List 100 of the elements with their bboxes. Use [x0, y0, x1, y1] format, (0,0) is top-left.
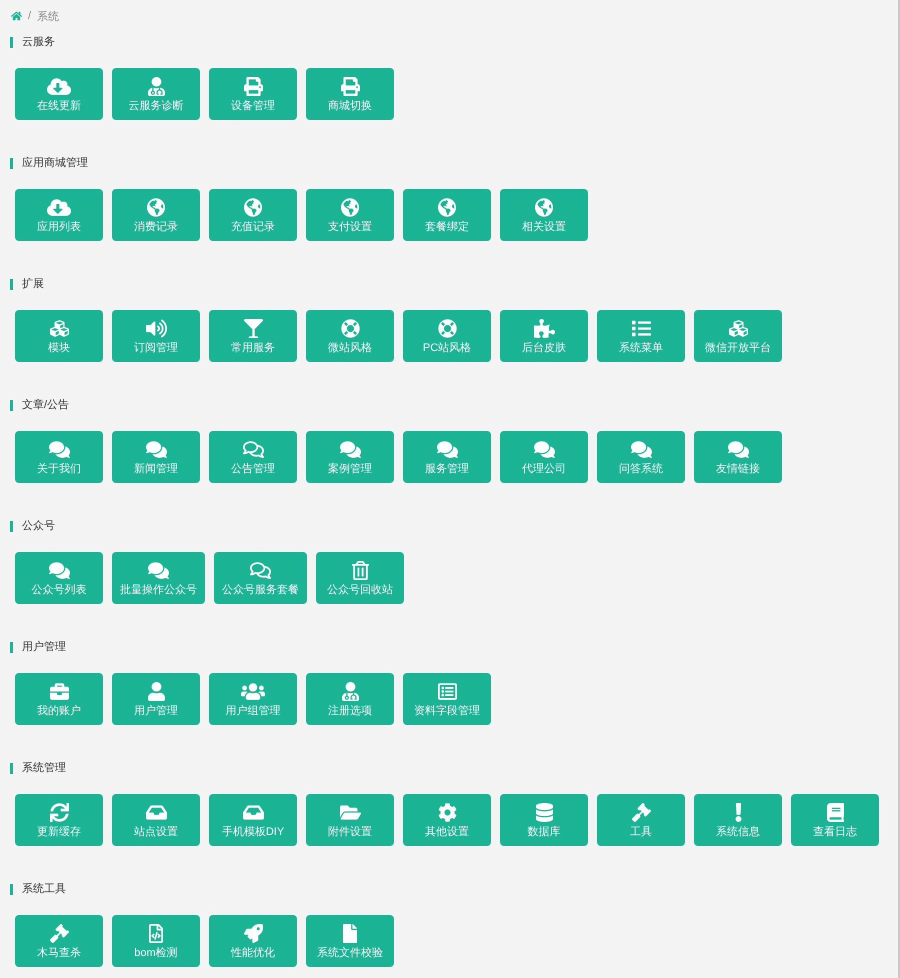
section-title: 系统工具	[22, 882, 66, 897]
shortcut-tile[interactable]: 性能优化	[209, 915, 297, 967]
shortcut-tile[interactable]: 在线更新	[15, 68, 103, 120]
section-title: 云服务	[22, 35, 55, 50]
inbox-icon	[242, 803, 264, 822]
code-file-icon	[149, 924, 163, 943]
globe-icon	[535, 198, 553, 217]
shortcut-tile[interactable]: 常用服务	[209, 310, 297, 362]
shortcut-tile[interactable]: 后台皮肤	[500, 310, 588, 362]
shortcut-tile[interactable]: 系统文件校验	[306, 915, 394, 967]
shortcut-tile[interactable]: 站点设置	[112, 794, 200, 846]
cubes-icon	[50, 319, 68, 338]
lifebuoy-icon	[438, 319, 456, 338]
shortcut-tile[interactable]: 案例管理	[306, 431, 394, 483]
shortcut-tile[interactable]: 代理公司	[500, 431, 588, 483]
shortcut-tile[interactable]: 查看日志	[791, 794, 879, 846]
shortcut-tile[interactable]: 批量操作公众号	[112, 552, 205, 604]
shortcut-tile[interactable]: 公告管理	[209, 431, 297, 483]
settings-icon	[438, 803, 456, 822]
shortcut-tile[interactable]: 用户组管理	[209, 673, 297, 725]
section-title: 用户管理	[22, 640, 66, 655]
section-title: 扩展	[22, 276, 44, 292]
section-marker-icon	[10, 400, 13, 410]
chat-bubbles-icon	[728, 440, 748, 459]
book-icon	[826, 803, 844, 822]
shortcut-tile[interactable]: 新闻管理	[112, 431, 200, 483]
chat-bubbles-icon	[148, 561, 169, 580]
speaker-icon	[146, 319, 166, 338]
section-title: 公众号	[22, 519, 55, 534]
shortcut-tile[interactable]: 设备管理	[209, 68, 297, 120]
globe-icon	[147, 198, 165, 217]
file-icon	[343, 924, 357, 943]
home-icon[interactable]	[11, 11, 22, 21]
shortcut-tile[interactable]: 系统菜单	[597, 310, 685, 362]
chat-bubbles-outline-icon	[242, 440, 264, 459]
shortcut-tile[interactable]: 服务管理	[403, 431, 491, 483]
shortcut-tile[interactable]: 公众号列表	[15, 552, 103, 604]
shortcut-tile[interactable]: 木马查杀	[15, 915, 103, 967]
shortcut-tile[interactable]: 公众号回收站	[316, 552, 404, 604]
shortcut-tile[interactable]: 友情链接	[694, 431, 782, 483]
briefcase-icon	[50, 682, 68, 701]
list-sheet-icon	[438, 682, 456, 701]
shortcut-tile[interactable]: 我的账户	[15, 673, 103, 725]
shortcut-tile[interactable]: 支付设置	[306, 189, 394, 241]
chat-bubbles-icon	[436, 440, 458, 459]
rocket-icon	[244, 924, 262, 943]
shortcut-tile[interactable]: 问答系统	[597, 431, 685, 483]
shortcut-tile[interactable]: 附件设置	[306, 794, 394, 846]
section-marker-icon	[10, 278, 13, 290]
printer-icon	[340, 77, 360, 96]
cloud-download-icon	[47, 198, 71, 217]
shortcut-tile[interactable]: 工具	[597, 794, 685, 846]
shortcut-tile[interactable]: 关于我们	[15, 431, 103, 483]
shortcut-tile[interactable]: bom检测	[112, 915, 200, 967]
breadcrumb-separator: /	[28, 10, 32, 22]
shortcut-tile[interactable]: 手机模板DIY	[209, 794, 297, 846]
shortcut-tile[interactable]: 充值记录	[209, 189, 297, 241]
doctor-icon	[148, 77, 164, 96]
shortcut-tile[interactable]: 系统信息	[694, 794, 782, 846]
breadcrumb-current: 系统	[37, 10, 60, 24]
shortcut-tile[interactable]: 相关设置	[500, 189, 588, 241]
shortcut-tile[interactable]: 公众号服务套餐	[214, 552, 307, 604]
shortcut-tile[interactable]: 消费记录	[112, 189, 200, 241]
chat-bubbles-icon	[630, 440, 652, 459]
users-icon	[241, 682, 265, 701]
section-marker-icon	[10, 36, 13, 48]
shortcut-tile[interactable]: 商城切换	[306, 68, 394, 120]
list-icon	[632, 319, 650, 338]
puzzle-piece-icon	[534, 319, 554, 338]
shortcut-tile[interactable]: 用户管理	[112, 673, 200, 725]
section-title: 应用商城管理	[22, 156, 88, 171]
printer-icon	[244, 77, 262, 96]
chat-bubbles-icon	[534, 440, 554, 459]
shortcut-tile[interactable]: 模块	[15, 310, 103, 362]
section-marker-icon	[10, 762, 13, 774]
section-title: 文章/公告	[22, 398, 70, 413]
shortcut-tile[interactable]: 其他设置	[403, 794, 491, 846]
database-icon	[536, 803, 552, 822]
shortcut-tile[interactable]: 注册选项	[306, 673, 394, 725]
shortcut-tile[interactable]: 云服务诊断	[112, 68, 200, 120]
section-marker-icon	[10, 642, 13, 652]
shortcut-tile[interactable]: 订阅管理	[112, 310, 200, 362]
gavel-icon	[632, 803, 650, 822]
section-marker-icon	[10, 158, 13, 168]
globe-icon	[341, 198, 359, 217]
folder-icon	[340, 803, 360, 822]
user-icon	[148, 682, 164, 701]
shortcut-tile[interactable]: 套餐绑定	[403, 189, 491, 241]
cocktail-glass-icon	[244, 319, 262, 338]
shortcut-tile[interactable]: 数据库	[500, 794, 588, 846]
shortcut-tile[interactable]: 微站风格	[306, 310, 394, 362]
exclamation-icon	[734, 803, 742, 822]
shortcut-tile[interactable]: 更新缓存	[15, 794, 103, 846]
chat-bubbles-outline-icon	[250, 561, 271, 580]
section-marker-icon	[10, 884, 13, 894]
chat-bubbles-icon	[340, 440, 360, 459]
shortcut-tile[interactable]: 应用列表	[15, 189, 103, 241]
shortcut-tile[interactable]: 微信开放平台	[694, 310, 782, 362]
shortcut-tile[interactable]: 资料字段管理	[403, 673, 491, 725]
shortcut-tile[interactable]: PC站风格	[403, 310, 491, 362]
